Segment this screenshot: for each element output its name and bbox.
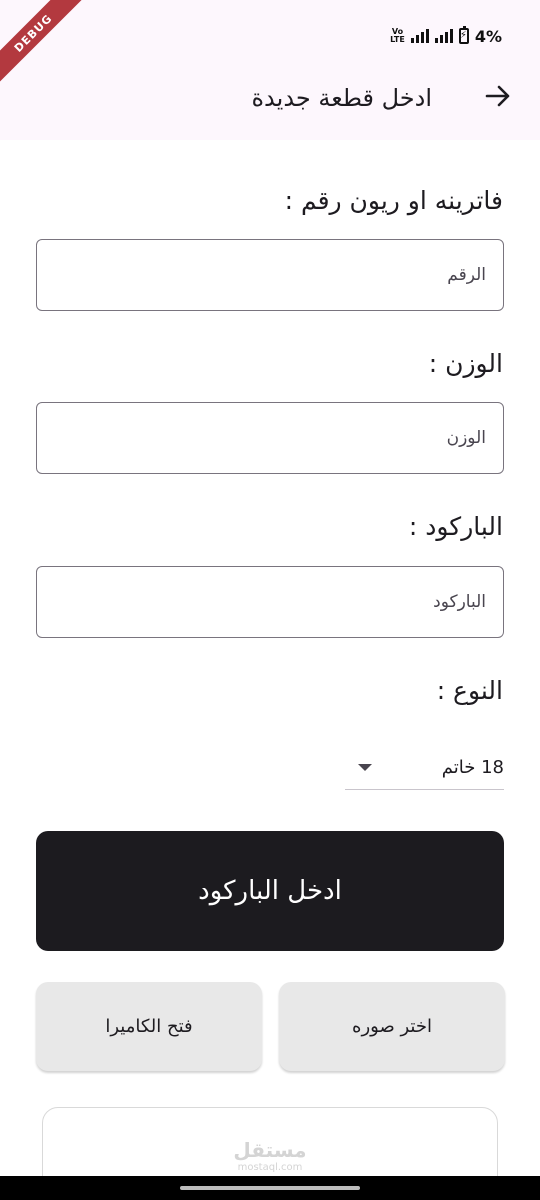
back-button[interactable]	[480, 82, 516, 118]
open-camera-button[interactable]: فتح الكاميرا	[36, 982, 262, 1071]
showcase-field[interactable]	[36, 239, 504, 311]
status-bar: Vo LTE ⚡ 4%	[390, 26, 502, 46]
type-dropdown-value: 18 خاتم	[441, 756, 504, 778]
system-navigation-bar	[0, 1176, 540, 1200]
showcase-label: فاترينه او ريون رقم :	[284, 186, 503, 215]
arrow-right-icon	[484, 82, 512, 118]
choose-image-button[interactable]: اختر صوره	[279, 982, 505, 1071]
caret-down-icon	[358, 763, 372, 771]
barcode-label: الباركود :	[408, 512, 503, 541]
signal-icon-2	[434, 29, 453, 43]
app-bar: ادخل قطعة جديدة	[0, 70, 540, 130]
watermark-url: mostaql.com	[237, 1162, 303, 1173]
watermark-logo-text: مستقل	[233, 1138, 307, 1162]
home-indicator[interactable]	[180, 1186, 360, 1190]
weight-input[interactable]	[37, 403, 503, 473]
battery-percent: 4%	[474, 26, 502, 46]
weight-label: الوزن :	[428, 349, 503, 378]
volte-indicator: Vo LTE	[390, 27, 405, 44]
signal-icon	[410, 29, 429, 43]
enter-barcode-button[interactable]: ادخل الباركود	[36, 831, 504, 951]
type-label: النوع :	[436, 676, 503, 705]
watermark: مستقل mostaql.com	[43, 1138, 497, 1173]
barcode-field[interactable]	[36, 566, 504, 638]
page-title: ادخل قطعة جديدة	[251, 84, 432, 112]
weight-field[interactable]	[36, 402, 504, 474]
showcase-input[interactable]	[37, 240, 503, 310]
battery-icon: ⚡	[458, 26, 469, 44]
type-dropdown[interactable]: 18 خاتم	[345, 745, 504, 790]
barcode-input[interactable]	[37, 567, 503, 637]
